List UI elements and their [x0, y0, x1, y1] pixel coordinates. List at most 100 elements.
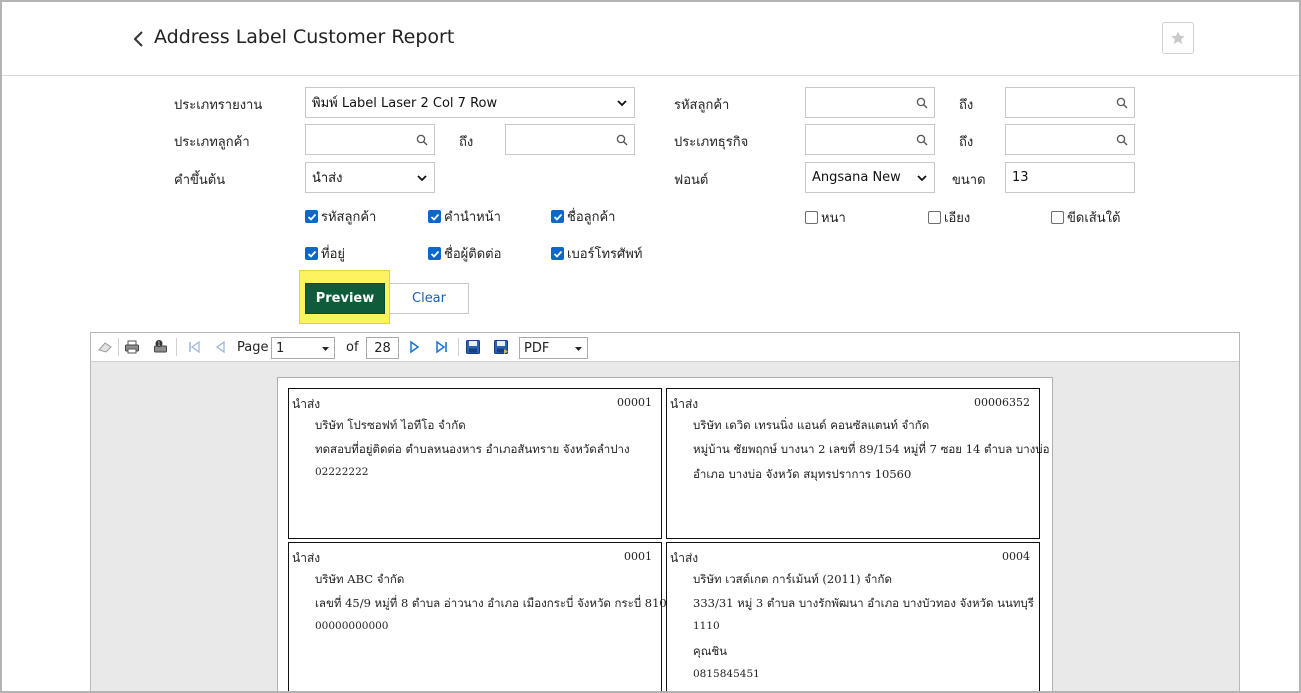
checkbox-checked-icon[interactable] — [428, 247, 441, 260]
checkbox-checked-icon[interactable] — [305, 247, 318, 260]
export-format-value: PDF — [524, 340, 550, 356]
font-select[interactable]: Angsana New — [805, 162, 935, 193]
address-label: นำส่ง 00006352 บริษัท เดวิด เทรนนิ่ง แอน… — [666, 388, 1050, 539]
checkbox-title-prefix[interactable]: คำนำหน้า — [428, 206, 501, 227]
checkbox-checked-icon[interactable] — [551, 210, 564, 223]
total-pages-value: 28 — [374, 340, 391, 356]
chevron-down-icon — [417, 174, 427, 181]
checkbox-checked-icon[interactable] — [428, 210, 441, 223]
label-line: เลขที่ 45/9 หมู่ที่ 8 ตำบล อ่าวนาง อำเภอ… — [315, 596, 682, 610]
customer-code-to-input[interactable] — [1005, 87, 1135, 118]
svg-text:1: 1 — [157, 342, 160, 348]
label-customer-code: 0001 — [624, 550, 652, 563]
print-setup-icon[interactable]: 1 — [153, 339, 169, 355]
export-icon[interactable] — [493, 339, 509, 355]
label-prefix: นำส่ง — [670, 551, 699, 565]
next-page-icon[interactable] — [407, 339, 423, 355]
chevron-down-icon — [617, 99, 627, 106]
page-text: Page — [237, 340, 269, 355]
clear-button[interactable]: Clear — [389, 283, 469, 314]
address-label: นำส่ง 0001 บริษัท ABC จำกัด เลขที่ 45/9 … — [288, 542, 681, 691]
label-line: 02222222 — [315, 466, 369, 478]
business-type-from-input[interactable] — [805, 124, 935, 155]
size-value: 13 — [1012, 170, 1029, 185]
checkbox-label: ขีดเส้นใต้ — [1067, 211, 1121, 226]
checkbox-checked-icon[interactable] — [551, 247, 564, 260]
checkbox-unchecked-icon[interactable] — [1051, 211, 1064, 224]
print-icon[interactable] — [124, 339, 140, 355]
label-customer-code: 00006352 — [974, 396, 1030, 409]
preview-button[interactable]: Preview — [305, 283, 385, 314]
checkbox-phone[interactable]: เบอร์โทรศัพท์ — [551, 243, 642, 264]
customer-code-to-label: ถึง — [959, 98, 974, 113]
checkbox-unchecked-icon[interactable] — [805, 211, 818, 224]
checkbox-underline[interactable]: ขีดเส้นใต้ — [1051, 207, 1120, 228]
checkbox-address[interactable]: ที่อยู่ — [305, 243, 345, 264]
label-customer-code: 00001 — [617, 396, 652, 409]
previous-page-icon[interactable] — [212, 339, 228, 355]
label-line: บริษัท เดวิด เทรนนิ่ง แอนด์ คอนซัลแตนท์ … — [693, 418, 930, 432]
first-page-icon[interactable] — [186, 339, 202, 355]
viewer-toolbar: 1 Page 1 of 28 PDF — [91, 333, 1239, 362]
search-icon[interactable] — [916, 97, 928, 109]
search-icon[interactable] — [1116, 97, 1128, 109]
back-chevron-icon[interactable] — [130, 28, 148, 50]
export-format-select[interactable]: PDF — [519, 337, 588, 359]
font-value: Angsana New — [812, 170, 901, 185]
label-line: หมู่บ้าน ชัยพฤกษ์ บางนา 2 เลขที่ 89/154 … — [693, 442, 1050, 456]
customer-type-label: ประเภทลูกค้า — [174, 135, 250, 150]
label-line: 00000000000 — [315, 620, 389, 632]
checkbox-italic[interactable]: เอียง — [928, 207, 970, 228]
checkbox-checked-icon[interactable] — [305, 210, 318, 223]
label-line: ทดสอบที่อยู่ติดต่อ ตำบลหนองหาร อำเภอสันท… — [315, 442, 630, 456]
font-label: ฟอนต์ — [674, 173, 709, 188]
business-type-to-input[interactable] — [1005, 124, 1135, 155]
page-number-select[interactable]: 1 — [271, 337, 335, 359]
page-number-value: 1 — [276, 340, 285, 356]
checkbox-contact-name[interactable]: ชื่อผู้ติดต่อ — [428, 243, 501, 264]
last-page-icon[interactable] — [434, 339, 450, 355]
label-line: อำเภอ บางบ่อ จังหวัด สมุทรปราการ 10560 — [693, 467, 912, 481]
checkbox-bold[interactable]: หนา — [805, 207, 846, 228]
save-icon[interactable] — [465, 339, 481, 355]
search-icon[interactable] — [1116, 134, 1128, 146]
label-line: 333/31 หมู่ 3 ตำบล บางรักพัฒนา อำเภอ บาง… — [693, 596, 1034, 610]
label-prefix: นำส่ง — [292, 551, 321, 565]
customer-code-label: รหัสลูกค้า — [674, 98, 730, 113]
business-type-label: ประเภทธุรกิจ — [674, 135, 749, 150]
prefix-value: นำส่ง — [312, 171, 343, 186]
favorite-button[interactable] — [1162, 22, 1194, 54]
total-pages-field: 28 — [366, 337, 399, 359]
size-label: ขนาด — [952, 173, 986, 188]
label-line: 1110 — [693, 620, 720, 632]
size-input[interactable]: 13 — [1005, 162, 1135, 193]
checkbox-label: คำนำหน้า — [444, 210, 501, 225]
page-title: Address Label Customer Report — [154, 26, 455, 48]
report-page: Address Label Customer Report ประเภทรายง… — [0, 0, 1301, 693]
label-line: บริษัท เวสต์เกต การ์เม้นท์ (2011) จำกัด — [693, 572, 892, 586]
search-icon[interactable] — [616, 134, 628, 146]
label-line: บริษัท ABC จำกัด — [315, 572, 405, 586]
prefix-select[interactable]: นำส่ง — [305, 162, 435, 193]
eraser-icon[interactable] — [97, 339, 113, 355]
customer-type-from-input[interactable] — [305, 124, 435, 155]
search-icon[interactable] — [416, 134, 428, 146]
header-divider — [2, 75, 1299, 76]
customer-type-to-input[interactable] — [505, 124, 635, 155]
checkbox-label: รหัสลูกค้า — [321, 210, 377, 225]
report-page-sheet: นำส่ง 00001 บริษัท โปรซอฟท์ ไอทีโอ จำกัด… — [277, 377, 1053, 691]
customer-type-to-label: ถึง — [459, 135, 474, 150]
report-type-label: ประเภทรายงาน — [174, 98, 263, 113]
search-icon[interactable] — [916, 134, 928, 146]
checkbox-customer-code[interactable]: รหัสลูกค้า — [305, 206, 376, 227]
report-type-select[interactable]: พิมพ์ Label Laser 2 Col 7 Row — [305, 87, 635, 118]
checkbox-customer-name[interactable]: ชื่อลูกค้า — [551, 206, 615, 227]
label-line: บริษัท โปรซอฟท์ ไอทีโอ จำกัด — [315, 418, 466, 432]
checkbox-label: หนา — [821, 211, 846, 226]
customer-code-from-input[interactable] — [805, 87, 935, 118]
checkbox-label: เบอร์โทรศัพท์ — [567, 247, 643, 262]
checkbox-label: เอียง — [944, 211, 971, 226]
checkbox-unchecked-icon[interactable] — [928, 211, 941, 224]
dropdown-arrow-icon — [575, 346, 582, 351]
label-customer-code: 0004 — [1002, 550, 1030, 563]
